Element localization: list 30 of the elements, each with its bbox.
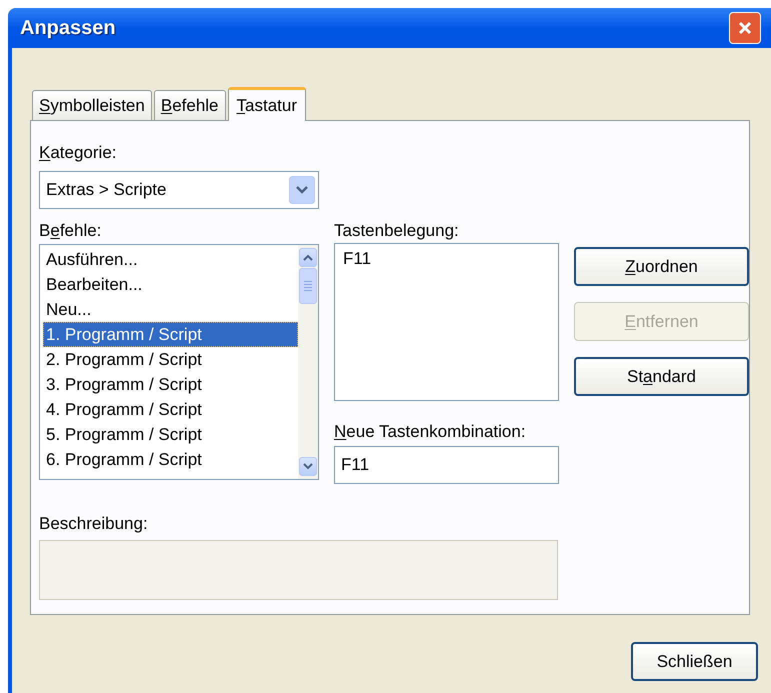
new-shortcut-label: Neue Tastenkombination: xyxy=(334,422,526,442)
assigned-keys-label: Tastenbelegung: xyxy=(334,221,459,241)
list-item[interactable]: F11 xyxy=(343,249,372,269)
close-button[interactable] xyxy=(729,12,761,44)
scroll-up-icon[interactable] xyxy=(299,248,317,267)
category-dropdown[interactable]: Extras > Scripte xyxy=(39,171,319,209)
list-item[interactable]: 4. Programm / Script xyxy=(43,397,298,422)
list-item[interactable]: 1. Programm / Script xyxy=(43,322,298,347)
commands-label: Befehle: xyxy=(39,221,102,241)
scrollbar[interactable] xyxy=(298,245,318,479)
list-item[interactable]: Bearbeiten... xyxy=(43,272,298,297)
list-item[interactable]: 2. Programm / Script xyxy=(43,347,298,372)
list-item[interactable]: 3. Programm / Script xyxy=(43,372,298,397)
tab[interactable]: Befehle xyxy=(154,90,226,120)
action-button[interactable]: Zuordnen xyxy=(574,247,749,286)
category-label: Kategorie: xyxy=(39,143,117,163)
scroll-down-icon[interactable] xyxy=(299,457,317,476)
shortcut-input-field[interactable]: F11 xyxy=(334,446,559,484)
scroll-thumb[interactable] xyxy=(299,268,317,304)
tab[interactable]: Symbolleisten xyxy=(32,90,152,120)
list-item[interactable]: Ausführen... xyxy=(43,247,298,272)
action-button[interactable]: Standard xyxy=(574,357,749,396)
close-icon xyxy=(737,20,753,36)
window-title: Anpassen xyxy=(20,16,116,41)
list-item[interactable]: 6. Programm / Script xyxy=(43,447,298,472)
list-item[interactable]: Neu... xyxy=(43,297,298,322)
tab[interactable]: Tastatur xyxy=(228,87,306,121)
description-label: Beschreibung: xyxy=(39,514,148,534)
list-item[interactable]: 5. Programm / Script xyxy=(43,422,298,447)
close-dialog-button[interactable]: Schließen xyxy=(631,642,758,681)
